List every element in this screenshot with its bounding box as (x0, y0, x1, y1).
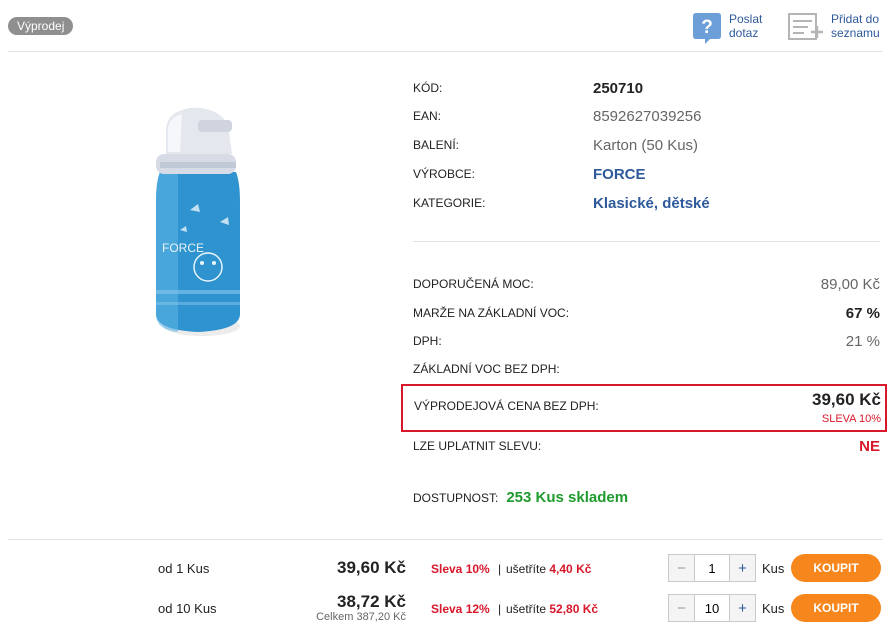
plus-icon[interactable]: + (729, 555, 755, 581)
product-code: 250710 (593, 79, 644, 97)
tier-discount: Sleva 10% (431, 562, 490, 576)
ean-value: 8592627039256 (593, 107, 702, 125)
quantity-stepper[interactable]: − + (668, 554, 756, 582)
category-link[interactable]: Klasické, dětské (593, 195, 710, 212)
detail-row-code: KÓD: 250710 (413, 77, 880, 99)
question-icon: ? (692, 12, 722, 50)
price-label: ZÁKLADNÍ VOC BEZ DPH: (413, 362, 560, 376)
tier-discount: Sleva 12% (431, 602, 490, 616)
detail-label: EAN: (413, 109, 442, 123)
detail-label: BALENÍ: (413, 138, 460, 152)
price-row-vat: DPH: 21 % (413, 330, 880, 352)
apply-discount-value: NE (859, 437, 880, 455)
price-row-base: ZÁKLADNÍ VOC BEZ DPH: (413, 358, 880, 380)
quantity-input[interactable] (695, 555, 729, 581)
availability-label: DOSTUPNOST: (413, 490, 499, 505)
minus-icon[interactable]: − (669, 595, 695, 621)
manufacturer-link[interactable]: FORCE (593, 166, 646, 183)
quantity-input[interactable] (695, 595, 729, 621)
price-label: LZE UPLATNIT SLEVU: (413, 439, 542, 453)
price-tier-row: od 10 Kus 38,72 Kč Celkem 387,20 Kč Slev… (0, 588, 892, 628)
tier-total: Celkem 387,20 Kč (316, 611, 406, 623)
packaging-value: Karton (50 Kus) (593, 136, 699, 154)
divider (8, 51, 882, 52)
detail-label: KATEGORIE: (413, 196, 486, 210)
price-label: DPH: (413, 334, 442, 348)
product-image[interactable]: FORCE (150, 102, 246, 338)
unit-label: Kus (762, 601, 785, 616)
sale-price: 39,60 Kč (812, 390, 881, 409)
price-row-recommended: DOPORUČENÁ MOC: 89,00 Kč (413, 273, 880, 295)
divider (8, 539, 882, 540)
price-tier-row: od 1 Kus 39,60 Kč Sleva 10% | ušetříte 4… (0, 548, 892, 588)
unit-label: Kus (762, 561, 785, 576)
recommended-price: 89,00 Kč (820, 275, 880, 293)
price-label: MARŽE NA ZÁKLADNÍ VOC: (413, 306, 570, 320)
separator: | (498, 562, 502, 576)
minus-icon[interactable]: − (669, 555, 695, 581)
add-to-list-label: Přidat do seznamu (831, 12, 880, 40)
detail-row-ean: EAN: 8592627039256 (413, 105, 880, 127)
separator: | (498, 602, 502, 616)
price-label: DOPORUČENÁ MOC: (413, 277, 534, 291)
sale-price-label: VÝPRODEJOVÁ CENA BEZ DPH: (414, 399, 599, 413)
ask-question-button[interactable]: ? Poslat dotaz (692, 12, 762, 50)
sale-price-box: VÝPRODEJOVÁ CENA BEZ DPH: 39,60 Kč SLEVA… (401, 384, 887, 432)
tier-quantity-label: od 1 Kus (158, 561, 210, 576)
price-row-margin: MARŽE NA ZÁKLADNÍ VOC: 67 % (413, 302, 880, 324)
quantity-stepper[interactable]: − + (668, 594, 756, 622)
availability: DOSTUPNOST: 253 Kus skladem (413, 489, 628, 506)
margin-value: 67 % (845, 304, 880, 322)
buy-button[interactable]: KOUPIT (791, 594, 881, 622)
plus-icon[interactable]: + (729, 595, 755, 621)
detail-row-manufacturer: VÝROBCE: FORCE (413, 163, 880, 185)
divider (413, 241, 880, 242)
tier-quantity-label: od 10 Kus (158, 601, 217, 616)
detail-row-packaging: BALENÍ: Karton (50 Kus) (413, 134, 880, 156)
price-row-apply-discount: LZE UPLATNIT SLEVU: NE (413, 435, 880, 457)
ask-question-label: Poslat dotaz (729, 12, 763, 40)
sale-badge: Výprodej (8, 17, 74, 35)
svg-text:?: ? (701, 17, 713, 38)
sale-discount: SLEVA 10% (821, 413, 881, 425)
availability-value: 253 Kus skladem (506, 489, 629, 506)
detail-label: KÓD: (413, 81, 443, 95)
vat-value: 21 % (845, 332, 880, 350)
detail-row-category: KATEGORIE: Klasické, dětské (413, 192, 880, 214)
tier-price: 38,72 Kč (337, 592, 406, 611)
tier-savings: ušetříte 4,40 Kč (506, 562, 592, 576)
tier-price: 39,60 Kč (337, 558, 406, 577)
svg-text:FORCE: FORCE (162, 241, 204, 255)
detail-label: VÝROBCE: (413, 167, 476, 181)
add-to-list-icon (788, 12, 824, 47)
add-to-list-button[interactable]: Přidat do seznamu (788, 12, 880, 47)
tier-savings: ušetříte 52,80 Kč (506, 602, 599, 616)
buy-button[interactable]: KOUPIT (791, 554, 881, 582)
